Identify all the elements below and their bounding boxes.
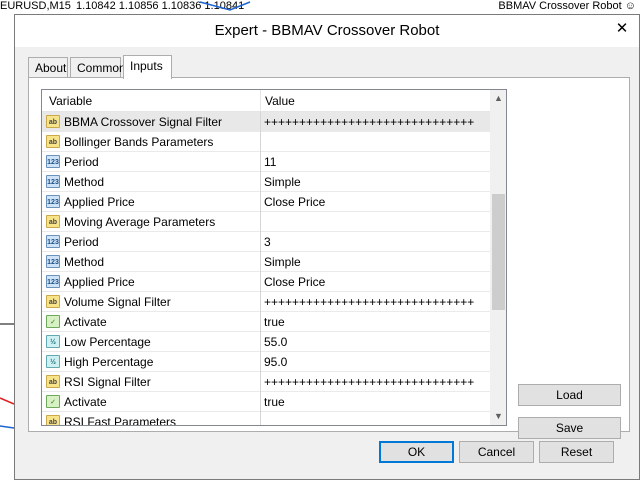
variable-name: Method xyxy=(64,175,105,189)
table-row[interactable]: 123 Method Simple xyxy=(42,252,490,272)
type-ab-icon: ab xyxy=(46,375,60,388)
tab-common[interactable]: Common xyxy=(70,57,126,78)
type-num-icon: 123 xyxy=(46,175,60,188)
variable-name: RSI Signal Filter xyxy=(64,375,151,389)
variable-name: Activate xyxy=(64,315,107,329)
variable-value[interactable]: Simple xyxy=(264,175,301,189)
variable-value[interactable]: ++++++++++++++++++++++++++++++ xyxy=(264,375,474,389)
table-row[interactable]: 123 Period 3 xyxy=(42,232,490,252)
variable-name: BBMA Crossover Signal Filter xyxy=(64,115,223,129)
variable-name: Volume Signal Filter xyxy=(64,295,171,309)
ok-button[interactable]: OK xyxy=(379,441,454,463)
variable-name: Period xyxy=(64,155,99,169)
variable-name: Method xyxy=(64,255,105,269)
type-dbl-icon: ½ xyxy=(46,355,60,368)
type-ab-icon: ab xyxy=(46,415,60,425)
table-row[interactable]: ab RSI Signal Filter +++++++++++++++++++++… xyxy=(42,372,490,392)
table-row[interactable]: ab Bollinger Bands Parameters xyxy=(42,132,490,152)
reset-button[interactable]: Reset xyxy=(539,441,614,463)
table-row[interactable]: ab RSI Fast Parameters xyxy=(42,412,490,426)
expert-dialog: Expert - BBMAV Crossover Robot ✕ About C… xyxy=(14,14,640,480)
table-row[interactable]: ½ Low Percentage 55.0 xyxy=(42,332,490,352)
variable-name: Applied Price xyxy=(64,275,135,289)
scroll-down-icon[interactable]: ▼ xyxy=(490,408,506,425)
table-row[interactable]: 123 Applied Price Close Price xyxy=(42,272,490,292)
variable-name: Low Percentage xyxy=(64,335,151,349)
variable-name: Moving Average Parameters xyxy=(64,215,216,229)
variable-value[interactable]: 55.0 xyxy=(264,335,287,349)
variable-value[interactable]: 95.0 xyxy=(264,355,287,369)
variable-value[interactable]: Close Price xyxy=(264,195,325,209)
table-row[interactable]: ½ High Percentage 95.0 xyxy=(42,352,490,372)
type-num-icon: 123 xyxy=(46,195,60,208)
inputs-grid: Variable Value ab BBMA Crossover Signal F… xyxy=(41,89,507,426)
variable-value[interactable]: 3 xyxy=(264,235,271,249)
variable-name: Activate xyxy=(64,395,107,409)
variable-value[interactable]: 11 xyxy=(264,155,276,169)
variable-value[interactable]: Simple xyxy=(264,255,301,269)
variable-value[interactable]: Close Price xyxy=(264,275,325,289)
cancel-button[interactable]: Cancel xyxy=(459,441,534,463)
save-button[interactable]: Save xyxy=(518,417,621,439)
variable-name: Period xyxy=(64,235,99,249)
tab-inputs[interactable]: Inputs xyxy=(123,55,172,79)
type-num-icon: 123 xyxy=(46,275,60,288)
table-row[interactable]: ✓ Activate true xyxy=(42,312,490,332)
table-row[interactable]: 123 Period 11 xyxy=(42,152,490,172)
table-row[interactable]: ✓ Activate true xyxy=(42,392,490,412)
type-num-icon: 123 xyxy=(46,235,60,248)
variable-name: High Percentage xyxy=(64,355,154,369)
table-row[interactable]: ab BBMA Crossover Signal Filter ++++++++++… xyxy=(42,112,490,132)
type-num-icon: 123 xyxy=(46,155,60,168)
tab-about[interactable]: About xyxy=(28,57,68,78)
type-dbl-icon: ½ xyxy=(46,335,60,348)
dialog-titlebar[interactable]: Expert - BBMAV Crossover Robot ✕ xyxy=(15,15,639,47)
variable-value[interactable]: ++++++++++++++++++++++++++++++ xyxy=(264,295,474,309)
type-num-icon: 123 xyxy=(46,255,60,268)
variable-value[interactable]: true xyxy=(264,395,285,409)
inputs-panel: Variable Value ab BBMA Crossover Signal F… xyxy=(28,77,630,439)
table-row[interactable]: ab Moving Average Parameters xyxy=(42,212,490,232)
variable-value[interactable]: true xyxy=(264,315,285,329)
table-row[interactable]: ab Volume Signal Filter ++++++++++++++++++… xyxy=(42,292,490,312)
column-header-value[interactable]: Value xyxy=(265,94,295,108)
type-bool-icon: ✓ xyxy=(46,315,60,328)
column-header-variable[interactable]: Variable xyxy=(49,94,92,108)
variable-value[interactable]: ++++++++++++++++++++++++++++++ xyxy=(264,115,474,129)
table-row[interactable]: 123 Applied Price Close Price xyxy=(42,192,490,212)
scroll-up-icon[interactable]: ▲ xyxy=(490,90,506,107)
dialog-title: Expert - BBMAV Crossover Robot xyxy=(214,22,440,39)
type-ab-icon: ab xyxy=(46,135,60,148)
type-ab-icon: ab xyxy=(46,215,60,228)
scroll-thumb[interactable] xyxy=(492,194,505,310)
grid-header: Variable Value xyxy=(42,90,490,112)
type-ab-icon: ab xyxy=(46,115,60,128)
table-row[interactable]: 123 Method Simple xyxy=(42,172,490,192)
load-button[interactable]: Load xyxy=(518,384,621,406)
type-ab-icon: ab xyxy=(46,295,60,308)
close-icon[interactable]: ✕ xyxy=(609,17,635,41)
variable-name: RSI Fast Parameters xyxy=(64,415,177,426)
type-bool-icon: ✓ xyxy=(46,395,60,408)
vertical-scrollbar[interactable]: ▲ ▼ xyxy=(490,90,506,425)
variable-name: Bollinger Bands Parameters xyxy=(64,135,214,149)
variable-name: Applied Price xyxy=(64,195,135,209)
